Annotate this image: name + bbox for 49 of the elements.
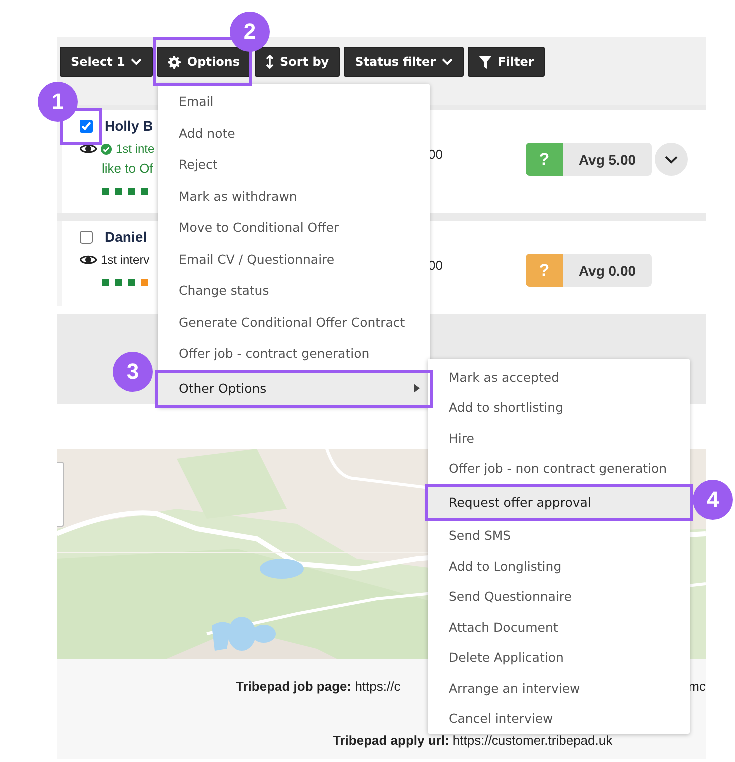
menu-item[interactable]: Request offer approval (428, 487, 690, 518)
menu-item[interactable]: Generate Conditional Offer Contract (158, 306, 430, 338)
menu-item[interactable]: Other Options (158, 373, 430, 404)
step-badge: 1 (38, 82, 78, 122)
candidate-name[interactable]: Daniel (105, 229, 148, 245)
submenu-arrow-icon (414, 384, 420, 394)
menu-item[interactable]: Arrange an interview (428, 673, 690, 704)
toolbar-button[interactable]: Options (157, 47, 251, 77)
menu-item[interactable]: Offer job - contract generation (158, 338, 430, 370)
score-badge[interactable]: ? Avg 5.00 (526, 143, 652, 176)
step-badge: 4 (693, 480, 733, 520)
menu-item[interactable]: Reject (158, 149, 430, 180)
menu-item[interactable]: Send SMS (428, 520, 690, 551)
step-badge: 2 (230, 12, 270, 52)
menu-item[interactable]: Email (158, 86, 430, 118)
dropdown-button[interactable]: Status filter (344, 47, 464, 77)
gear-icon (168, 56, 182, 68)
sort-icon (266, 55, 274, 69)
eye-icon (80, 143, 97, 155)
chevron-down-icon (131, 58, 142, 66)
menu-item[interactable]: Attach Document (428, 612, 690, 642)
toolbar-button[interactable]: Sort by (255, 47, 340, 77)
stage-text: 1st interv (101, 253, 150, 267)
menu-item[interactable]: Email CV / Questionnaire (158, 244, 430, 275)
menu-item[interactable]: Change status (158, 275, 430, 306)
menu-item[interactable]: Delete Application (428, 642, 690, 673)
menu-item[interactable]: Send Questionnaire (428, 582, 690, 612)
checkbox[interactable] (80, 120, 93, 132)
menu-item[interactable]: Mark as withdrawn (158, 180, 430, 212)
stage-text: 1st inte (116, 142, 155, 156)
expand-button[interactable] (655, 143, 688, 176)
stage-note: like to Of (102, 161, 154, 176)
eye-icon (80, 254, 97, 266)
apply-url-text: Tribepad apply url: https://customer.tribepad.uk (333, 733, 613, 748)
menu-item[interactable]: Move to Conditional Offer (158, 212, 430, 244)
filter-icon (479, 56, 492, 68)
menu-item[interactable]: Cancel interview (428, 704, 690, 734)
candidate-name[interactable]: Holly B (105, 118, 154, 134)
menu-item[interactable]: Add to Longlisting (428, 551, 690, 582)
score-badge[interactable]: ? Avg 0.00 (526, 254, 652, 287)
toolbar-button[interactable]: Filter (468, 47, 546, 77)
menu-item[interactable]: Hire (428, 423, 690, 454)
dropdown-button[interactable]: Select 1 (60, 47, 154, 77)
chevron-down-icon (665, 156, 678, 164)
checkbox[interactable] (80, 230, 93, 244)
menu-item[interactable]: Offer job - non contract generation (428, 454, 690, 484)
menu-item[interactable]: Add note (158, 118, 430, 149)
job-page-link-text: Tribepad job page: https://c (236, 679, 401, 694)
chevron-down-icon (442, 58, 454, 66)
